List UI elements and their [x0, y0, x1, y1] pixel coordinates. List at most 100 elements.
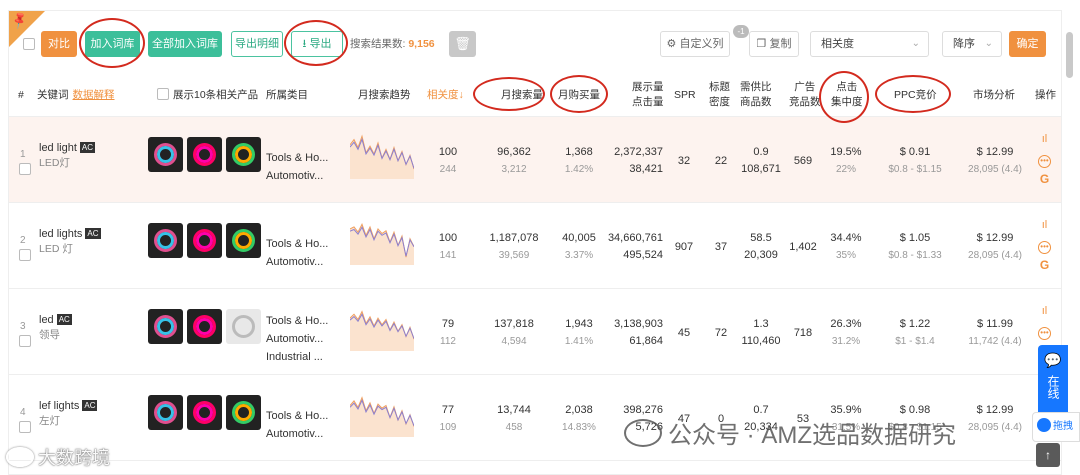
monthly-search-sub: 39,569 — [498, 250, 530, 261]
category-cell: Tools & Ho... Automotiv... — [266, 407, 328, 443]
header-relevance[interactable]: 相关度↓ — [427, 88, 464, 103]
price-value[interactable]: $ 11.99 — [977, 318, 1013, 330]
export-detail-button[interactable]: 导出明细 — [231, 31, 283, 57]
header-supply-ratio[interactable]: 需供比 商品数 — [740, 80, 772, 110]
click-concentration-value[interactable]: 26.3% — [830, 318, 861, 330]
table-row[interactable]: 1 led light AC LED灯 Tools & Ho... Automoti… — [9, 117, 1061, 203]
product-thumbnail[interactable] — [187, 395, 222, 430]
sort-field-select[interactable]: 相关度 ⌄ — [810, 31, 929, 57]
delete-button[interactable]: 🗑 — [449, 31, 476, 57]
monthly-search-value[interactable]: 96,362 — [497, 146, 531, 158]
product-thumbnail[interactable] — [226, 309, 261, 344]
keyword-translation: 领导 — [39, 329, 60, 341]
products-value[interactable]: 20,309 — [744, 249, 778, 261]
category-item[interactable]: Automotiv... — [266, 167, 328, 185]
confirm-button[interactable]: 确定 — [1009, 31, 1046, 57]
product-thumbnail[interactable] — [226, 223, 261, 258]
google-icon[interactable]: G — [1038, 171, 1051, 187]
sort-order-select[interactable]: 降序 ⌄ — [942, 31, 1002, 57]
keyword-text[interactable]: led light — [39, 142, 77, 154]
header-keyword-label: 关键词 — [37, 89, 69, 101]
watermark-wechat: 公众号 · AMZ选品数据研究 — [624, 415, 956, 450]
trend-sparkline[interactable] — [350, 391, 414, 437]
back-to-top-button[interactable]: ↑ — [1036, 443, 1060, 467]
product-thumbnail[interactable] — [187, 309, 222, 344]
ppc-value[interactable]: $ 1.05 — [900, 232, 931, 244]
more-icon[interactable]: ••• — [1038, 155, 1051, 168]
category-cell: Tools & Ho... Automotiv... — [266, 149, 328, 185]
keyword-text[interactable]: lef lights — [39, 400, 79, 412]
product-thumbnail[interactable] — [187, 223, 222, 258]
keyword-translation: LED 灯 — [39, 243, 73, 255]
ads-value: 1,402 — [789, 241, 817, 253]
product-thumbnail[interactable] — [148, 223, 183, 258]
monthly-search-value[interactable]: 13,744 — [497, 404, 531, 416]
category-item[interactable]: Automotiv... — [266, 330, 328, 348]
trend-sparkline[interactable] — [350, 133, 414, 179]
header-spr[interactable]: SPR — [674, 88, 696, 103]
more-icon[interactable]: ••• — [1038, 327, 1051, 340]
category-item[interactable]: Automotiv... — [266, 425, 328, 443]
relevance-cell: 100 141 — [426, 230, 470, 264]
category-item[interactable]: Tools & Ho... — [266, 235, 328, 253]
custom-columns-button[interactable]: ⚙ 自定义列 — [660, 31, 730, 57]
page-scrollbar[interactable] — [1066, 32, 1073, 78]
row-checkbox[interactable] — [19, 249, 31, 261]
category-item[interactable]: Tools & Ho... — [266, 407, 328, 425]
trash-icon: 🗑 — [454, 36, 471, 51]
arrow-up-icon: ↑ — [1045, 448, 1051, 462]
drag-widget[interactable]: 拖拽 — [1032, 412, 1080, 442]
price-value[interactable]: $ 12.99 — [977, 146, 1014, 158]
category-item[interactable]: Tools & Ho... — [266, 312, 328, 330]
monthly-search-value[interactable]: 137,818 — [494, 318, 534, 330]
trend-sparkline[interactable] — [350, 219, 414, 265]
product-thumbnail[interactable] — [226, 395, 261, 430]
product-thumbnail[interactable] — [148, 309, 183, 344]
keyword-text[interactable]: led lights — [39, 228, 82, 240]
products-value[interactable]: 110,460 — [742, 335, 781, 347]
ppc-value[interactable]: $ 1.22 — [900, 318, 931, 330]
header-ads[interactable]: 广告 竞品数 — [789, 80, 821, 110]
compare-button[interactable]: 对比 — [41, 31, 77, 57]
category-item[interactable]: Industrial ... — [266, 348, 328, 366]
keyword-text[interactable]: led — [39, 314, 54, 326]
chart-bars-icon[interactable]: ıl — [1038, 131, 1051, 147]
more-icon[interactable]: ••• — [1038, 241, 1051, 254]
chart-bars-icon[interactable]: ıl — [1038, 217, 1051, 233]
click-concentration-value[interactable]: 19.5% — [830, 146, 861, 158]
row-checkbox[interactable] — [19, 421, 31, 433]
ppc-value[interactable]: $ 0.91 — [900, 146, 931, 158]
header-title-density[interactable]: 标题 密度 — [709, 80, 730, 110]
product-thumbnail[interactable] — [187, 137, 222, 172]
chart-bars-icon[interactable]: ıl — [1038, 303, 1051, 319]
header-show-products[interactable]: 展示10条相关产品 — [157, 88, 258, 103]
category-item[interactable]: Tools & Ho... — [266, 149, 328, 167]
product-thumbnail[interactable] — [148, 137, 183, 172]
header-impressions[interactable]: 展示量 点击量 — [632, 80, 664, 110]
products-value[interactable]: 108,671 — [741, 163, 781, 175]
keyword-cell: led light AC LED灯 — [39, 141, 96, 171]
add-all-to-library-button[interactable]: 全部加入词库 — [148, 31, 222, 57]
category-item[interactable]: Automotiv... — [266, 253, 328, 271]
select-all-checkbox[interactable] — [23, 38, 35, 50]
monthly-search-value[interactable]: 1,187,078 — [490, 232, 539, 244]
purchase-value: 1,943 — [565, 318, 593, 330]
header-keyword: 关键词 数据解释 — [37, 88, 115, 103]
trend-sparkline[interactable] — [350, 305, 414, 351]
price-value[interactable]: $ 12.99 — [977, 404, 1014, 416]
chevron-down-icon: ⌄ — [984, 38, 993, 49]
reviews-value: 11,742 (4.4) — [968, 336, 1022, 347]
related-products — [148, 137, 261, 172]
data-explain-link[interactable]: 数据解释 — [73, 89, 115, 101]
table-row[interactable]: 3 led AC 领导 Tools & Ho... Automotiv... Indu… — [9, 289, 1061, 375]
product-thumbnail[interactable] — [226, 137, 261, 172]
table-row[interactable]: 2 led lights AC LED 灯 Tools & Ho... Automo… — [9, 203, 1061, 289]
click-concentration-value[interactable]: 34.4% — [830, 232, 861, 244]
price-value[interactable]: $ 12.99 — [977, 232, 1014, 244]
product-thumbnail[interactable] — [148, 395, 183, 430]
row-checkbox[interactable] — [19, 163, 31, 175]
row-checkbox[interactable] — [19, 335, 31, 347]
copy-button[interactable]: ❐ 复制 — [749, 31, 799, 57]
show-products-checkbox[interactable] — [157, 88, 169, 100]
google-icon[interactable]: G — [1038, 257, 1051, 273]
